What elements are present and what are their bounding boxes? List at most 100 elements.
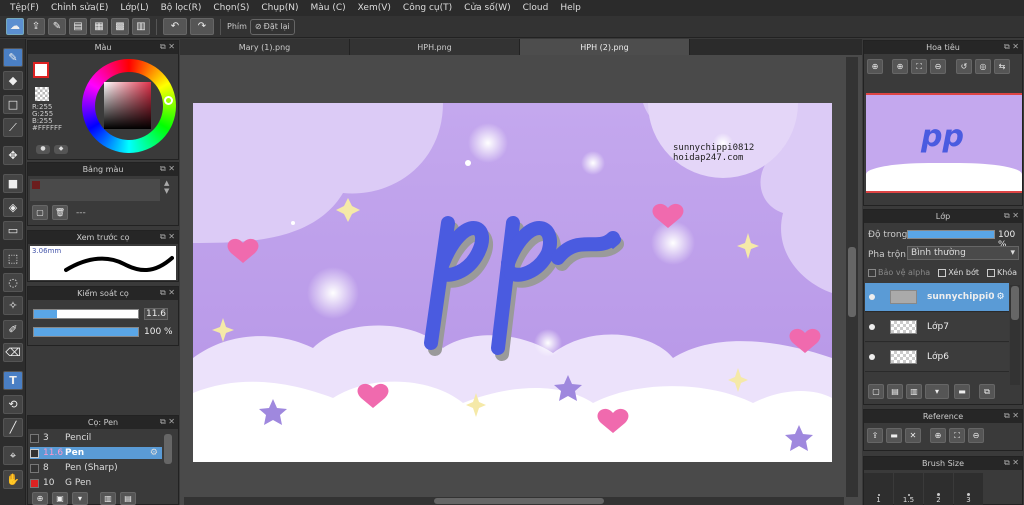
new-layer-icon[interactable]: ▢ [868,384,884,399]
close-icon[interactable]: ⧉ ✕ [160,288,175,298]
swatch-grid[interactable] [30,179,160,201]
brush-item-g-pen[interactable]: 10 G Pen [30,477,162,489]
brush-settings-icon[interactable]: ▾ [72,492,88,505]
comment-icon[interactable]: ✎ [48,18,66,35]
layer-row-lop7[interactable]: Lớp7 [865,313,1009,342]
vertical-scrollbar[interactable] [846,57,858,497]
new-swatch-icon[interactable]: ▢ [32,205,48,220]
magic-wand-icon[interactable]: ✧ [3,296,23,315]
flip-icon[interactable]: ⇆ [994,59,1010,74]
grid-icon[interactable]: ▩ [111,18,129,35]
brush-item-pen-sharp[interactable]: 8 Pen (Sharp) [30,462,162,474]
select-pen-icon[interactable]: ✐ [3,320,23,339]
delete-swatch-icon[interactable]: 🗑 [52,205,68,220]
menu-layer[interactable]: Lớp(L) [114,3,154,13]
menu-help[interactable]: Help [554,3,587,13]
menu-window[interactable]: Cửa số(W) [458,3,516,13]
tab-mary[interactable]: Mary (1).png [180,39,350,55]
brush-size-option[interactable]: 2 [924,473,953,505]
brush-item-pen[interactable]: 11.6 Pen ⚙ [30,447,162,459]
transparent-swatch[interactable] [35,87,49,101]
brush-tool-icon[interactable]: ⟋ [3,118,23,137]
fit-icon[interactable]: ⛶ [911,59,927,74]
swatch-cell[interactable] [32,181,40,189]
drawing-canvas[interactable]: sunnychippi0812 hoidap247.com [193,103,832,462]
wheel-mode-icon[interactable]: ● [36,145,50,154]
rectangle-select-icon[interactable]: □ [3,95,23,114]
lasso-tool-icon[interactable]: ◌ [3,273,23,292]
fit-icon[interactable]: ⛶ [949,428,965,443]
slider-mode-icon[interactable]: ◆ [54,145,68,154]
file-icon[interactable]: ▥ [132,18,150,35]
open-reference-icon[interactable]: ⇪ [867,428,883,443]
saturation-square[interactable] [104,82,151,129]
swatch-name-field[interactable]: --- [76,208,86,218]
zoom-in-icon[interactable]: ⊕ [930,428,946,443]
duplicate-layer-icon[interactable]: ⧉ [979,384,995,399]
close-reference-icon[interactable]: ✕ [905,428,921,443]
close-icon[interactable]: ⧉ ✕ [160,417,175,427]
zoom-in-icon[interactable]: ⊕ [867,59,883,74]
document-icon[interactable]: ▦ [90,18,108,35]
clip-checkbox[interactable]: Xén bớt [938,268,979,277]
zoom-in-icon[interactable]: ⊕ [892,59,908,74]
swatch-scroll-arrows[interactable]: ▲ ▼ [164,179,169,195]
reset-button[interactable]: ⊘ Đặt lại [249,18,295,35]
brush-size-option[interactable]: 1.5 [894,473,923,505]
eye-icon[interactable] [869,324,875,330]
gradient-tool-icon[interactable]: ▭ [3,221,23,240]
export-icon[interactable]: ⇪ [27,18,45,35]
brush-copy-icon[interactable]: ▥ [100,492,116,505]
brush-delete-icon[interactable]: ▤ [120,492,136,505]
zoom-out-icon[interactable]: ⊖ [968,428,984,443]
brush-item-pencil[interactable]: 3 Pencil [30,432,162,444]
move-tool-icon[interactable]: ✥ [3,146,23,165]
select-rect-icon[interactable]: ⬚ [3,249,23,268]
close-icon[interactable]: ⧉ ✕ [1004,211,1019,221]
close-icon[interactable]: ⧉ ✕ [1004,458,1019,468]
hue-cursor[interactable] [164,96,173,105]
pen-tool-icon[interactable]: ✎ [3,48,23,67]
new-raster-layer-icon[interactable]: ▤ [887,384,903,399]
primary-color-swatch[interactable] [33,62,49,78]
layer-opacity-slider[interactable] [907,230,995,239]
brush-size-slider[interactable] [33,309,139,319]
brush-folder-icon[interactable]: ▣ [52,492,68,505]
menu-view[interactable]: Xem(V) [352,3,397,13]
reset-view-icon[interactable]: ◎ [975,59,991,74]
close-icon[interactable]: ⧉ ✕ [160,232,175,242]
line-tool-icon[interactable]: ╱ [3,418,23,437]
cloud-icon[interactable]: ☁ [6,18,24,35]
layer-row-lop6[interactable]: Lớp6 [865,343,1009,372]
close-icon[interactable]: ⧉ ✕ [160,42,175,52]
eye-icon[interactable] [869,294,875,300]
folder-icon[interactable]: ▬ [886,428,902,443]
menu-file[interactable]: Tệp(F) [4,3,45,13]
lock-checkbox[interactable]: Khóa [986,268,1017,277]
layers-scrollbar[interactable] [1010,285,1020,385]
layer-menu-icon[interactable]: ▾ [925,384,949,399]
blend-mode-select[interactable]: Bình thường ▾ [907,246,1019,260]
eraser-tool-icon[interactable]: ◆ [3,71,23,90]
zoom-out-icon[interactable]: ⊖ [930,59,946,74]
vertical-scroll-thumb[interactable] [848,247,856,317]
folder-icon[interactable]: ▬ [954,384,970,399]
layer-row-sunnychippi[interactable]: sunnychippi0 ⚙ [865,283,1009,312]
gear-icon[interactable]: ⚙ [997,292,1005,302]
save-icon[interactable]: ▤ [69,18,87,35]
horizontal-scrollbar[interactable] [184,497,844,505]
eye-icon[interactable] [869,354,875,360]
close-icon[interactable]: ⧉ ✕ [160,164,175,174]
hand-tool-icon[interactable]: ✋ [3,470,23,489]
brush-size-option[interactable]: 3 [954,473,983,505]
eyedropper-icon[interactable]: ⌖ [3,446,23,465]
protect-alpha-checkbox[interactable]: Bảo vệ alpha [868,268,930,277]
select-eraser-icon[interactable]: ⌫ [3,343,23,362]
transform-tool-icon[interactable]: ⟲ [3,395,23,414]
menu-cloud[interactable]: Cloud [517,3,555,13]
new-vector-layer-icon[interactable]: ▥ [906,384,922,399]
rotate-left-icon[interactable]: ↺ [956,59,972,74]
tab-hph-2[interactable]: HPH (2).png [520,39,690,55]
horizontal-scroll-thumb[interactable] [434,498,604,504]
menu-capture[interactable]: Chụp(N) [255,3,304,13]
